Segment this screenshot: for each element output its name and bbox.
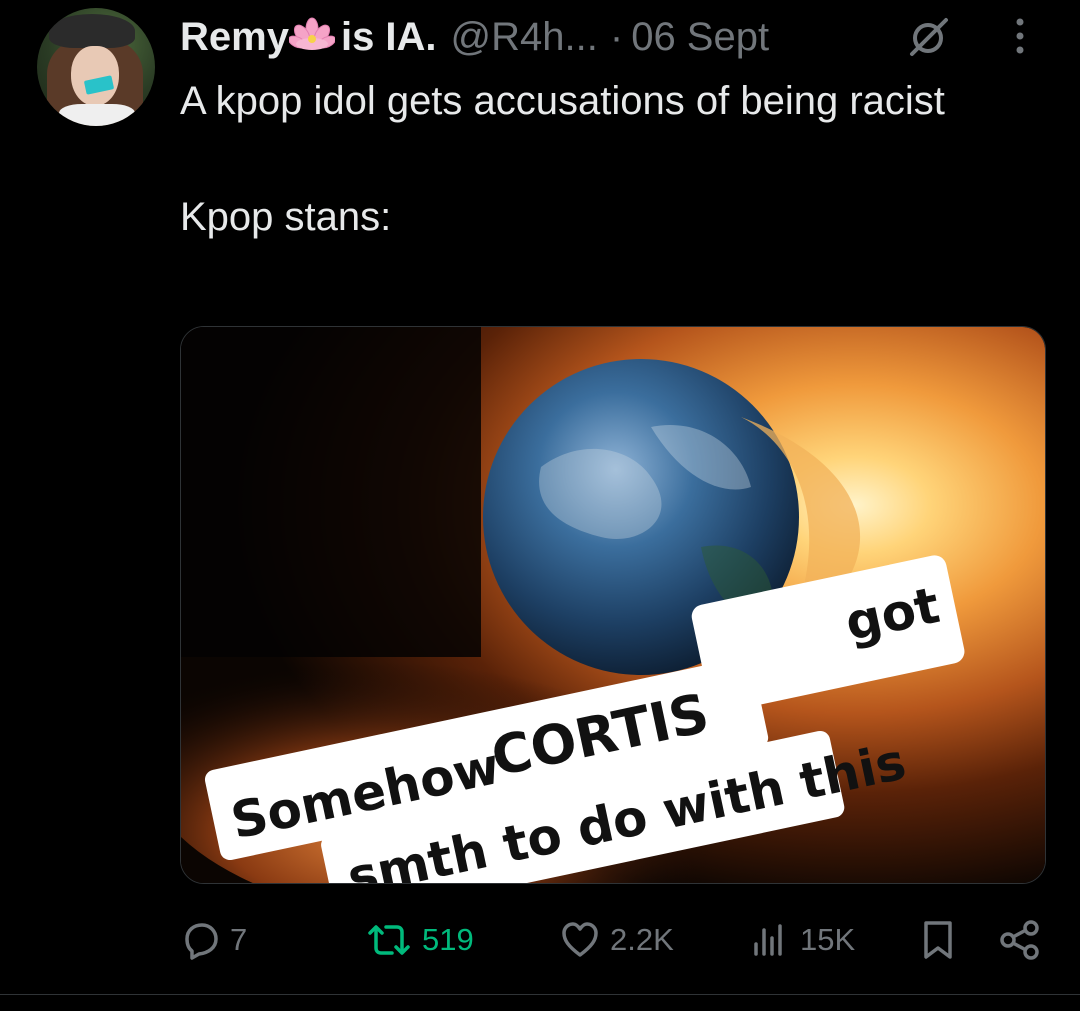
repost-count: 519 <box>422 922 474 957</box>
share-icon <box>1000 920 1039 960</box>
views-button[interactable]: 15K <box>750 912 855 968</box>
more-icon[interactable] <box>1008 16 1032 56</box>
flower-emoji-icon <box>288 17 335 50</box>
tweet-date[interactable]: 06 Sept <box>631 15 769 60</box>
like-icon <box>562 922 598 957</box>
bookmark-button[interactable] <box>918 912 958 968</box>
like-count: 2.2K <box>610 922 674 957</box>
display-name[interactable]: Remy <box>180 15 289 60</box>
tweet-actions: 7 519 2.2K 15K <box>180 912 1044 968</box>
divider <box>0 994 1080 995</box>
like-button[interactable]: 2.2K <box>560 912 674 968</box>
share-button[interactable] <box>998 912 1042 968</box>
reply-icon <box>185 923 218 960</box>
views-icon <box>754 924 782 956</box>
avatar-shirt <box>59 104 135 126</box>
tweet-text: A kpop idol gets accusations of being ra… <box>180 72 1000 246</box>
repost-icon <box>368 925 410 955</box>
separator: · <box>609 14 624 59</box>
repost-button[interactable]: 519 <box>366 912 474 968</box>
tweet-media-image[interactable]: Somehow CORTIS got smth to do with this <box>180 326 1046 884</box>
reply-count: 7 <box>230 922 248 957</box>
avatar[interactable] <box>37 8 155 126</box>
display-name-suffix[interactable]: is IA. <box>341 15 437 60</box>
user-handle[interactable]: @R4h... <box>451 15 598 60</box>
meme-image: Somehow CORTIS got smth to do with this <box>181 327 1045 883</box>
mute-icon[interactable] <box>906 14 952 60</box>
views-count: 15K <box>800 922 856 957</box>
avatar-face <box>71 46 119 106</box>
tweet-text-line2: Kpop stans: <box>180 195 392 239</box>
bookmark-icon <box>924 921 952 959</box>
tweet-text-line1: A kpop idol gets accusations of being ra… <box>180 79 945 123</box>
reply-button[interactable]: 7 <box>180 912 247 968</box>
avatar-hat <box>49 14 135 48</box>
tweet-header: Remy is IA. @R4h... · 06 Sept <box>180 10 769 64</box>
